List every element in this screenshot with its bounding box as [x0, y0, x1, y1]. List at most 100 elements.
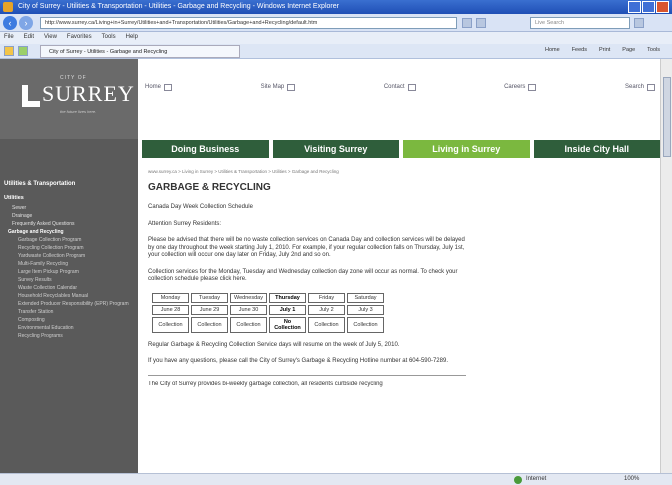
sidebar-item-survey-results[interactable]: Survey Results	[12, 277, 134, 284]
ie-app-icon	[3, 2, 13, 12]
menu-favorites[interactable]: Favorites	[67, 34, 92, 42]
refresh-icon[interactable]	[462, 18, 472, 28]
sidebar-item-faq[interactable]: Frequently Asked Questions	[12, 221, 134, 228]
url-field[interactable]: http://www.surrey.ca/Living+in+Surrey/Ut…	[40, 17, 457, 29]
top-link-sitemap-label: Site Map	[260, 84, 285, 90]
logo-tagline: the future lives here.	[60, 109, 97, 114]
menu-view[interactable]: View	[44, 34, 57, 42]
top-link-search[interactable]: Search	[625, 79, 655, 95]
scrollbar-thumb[interactable]	[663, 77, 671, 157]
top-link-contact[interactable]: Contact	[384, 79, 416, 95]
top-link-careers[interactable]: Careers	[504, 79, 537, 95]
careers-icon	[528, 83, 537, 91]
search-input[interactable]: Live Search	[530, 17, 630, 29]
menu-file[interactable]: File	[4, 34, 14, 42]
status-cell: Collection	[152, 316, 189, 333]
back-arrow-icon[interactable]: ‹	[3, 16, 17, 30]
contact-icon	[407, 83, 416, 91]
nav-living-in-surrey[interactable]: Living in Surrey	[403, 140, 530, 158]
favorites-star-icon[interactable]	[4, 46, 14, 56]
command-bar: Home Feeds Print Page Tools	[545, 47, 660, 53]
schedule-subtitle: Canada Day Week Collection Schedule	[148, 204, 253, 210]
menu-edit[interactable]: Edit	[24, 34, 34, 42]
sidebar-item-drainage[interactable]: Drainage	[12, 213, 134, 220]
logo-mark-icon	[22, 85, 40, 107]
sitemap-icon	[287, 83, 296, 91]
menu-tools[interactable]: Tools	[102, 34, 116, 42]
stop-icon[interactable]	[476, 18, 486, 28]
sidebar-item-waste-calendar[interactable]: Waste Collection Calendar	[12, 285, 134, 292]
sidebar-item-multi-family[interactable]: Multi-Family Recycling	[12, 261, 134, 268]
status-zone: Internet	[526, 476, 547, 482]
feeds-tool-button[interactable]: Feeds	[572, 47, 587, 53]
top-link-careers-label: Careers	[504, 84, 526, 90]
tools-tool-button[interactable]: Tools	[647, 47, 660, 53]
home-tool-button[interactable]: Home	[545, 47, 560, 53]
main-navigation: Doing Business Visiting Surrey Living in…	[142, 140, 660, 158]
day-cell: Wednesday	[230, 292, 267, 303]
date-cell: June 29	[191, 304, 228, 315]
window-controls	[628, 1, 669, 13]
sidebar-item-recycling-programs[interactable]: Recycling Programs	[12, 333, 134, 340]
sidebar-item-composting[interactable]: Composting	[12, 317, 134, 324]
sidebar-subheading[interactable]: Utilities	[4, 195, 24, 201]
status-cell: Collection	[230, 316, 267, 333]
sidebar-item-recycling-collection[interactable]: Recycling Collection Program	[12, 245, 134, 252]
zoom-level[interactable]: 100%	[624, 476, 639, 482]
menu-help[interactable]: Help	[126, 34, 138, 42]
forward-arrow-icon[interactable]: ›	[19, 16, 33, 30]
day-cell: Tuesday	[191, 292, 228, 303]
maximize-button[interactable]	[642, 1, 655, 13]
attention-text: Attention Surrey Residents:	[148, 220, 222, 227]
breadcrumb[interactable]: www.surrey.ca > Living in Surrey > Utili…	[148, 169, 466, 174]
add-favorite-icon[interactable]	[18, 46, 28, 56]
status-cell: Collection	[347, 316, 384, 333]
sidebar-item-environmental-education[interactable]: Environmental Education	[12, 325, 134, 332]
top-link-search-label: Search	[624, 84, 644, 90]
minimize-button[interactable]	[628, 1, 641, 13]
tab-bar: City of Surrey - Utilities - Garbage and…	[0, 44, 672, 59]
sidebar-item-yardwaste-collection[interactable]: Yardwaste Collection Program	[12, 253, 134, 260]
service-paragraph: The City of Surrey provides bi-weekly ga…	[148, 380, 383, 387]
search-go-icon[interactable]	[634, 18, 644, 28]
top-link-home-label: Home	[145, 84, 162, 90]
day-cell: Thursday	[269, 292, 306, 303]
sidebar-heading[interactable]: Utilities & Transportation	[4, 181, 75, 187]
browser-tab[interactable]: City of Surrey - Utilities - Garbage and…	[40, 45, 240, 58]
sidebar-item-garbage-collection[interactable]: Garbage Collection Program	[12, 237, 134, 244]
sidebar-item-large-item[interactable]: Large Item Pickup Program	[12, 269, 134, 276]
sidebar-item-sewer[interactable]: Sewer	[12, 205, 134, 212]
logo-name: SURREY	[42, 81, 135, 106]
print-tool-button[interactable]: Print	[599, 47, 610, 53]
day-cell: Friday	[308, 292, 345, 303]
nav-doing-business[interactable]: Doing Business	[142, 140, 269, 158]
nav-visiting-surrey[interactable]: Visiting Surrey	[272, 140, 399, 158]
close-button[interactable]	[656, 1, 669, 13]
divider	[148, 374, 466, 376]
status-cell: Collection	[308, 316, 345, 333]
sidebar-item-transfer-station[interactable]: Transfer Station	[12, 309, 134, 316]
window-title: City of Surrey - Utilities & Transportat…	[18, 3, 339, 10]
vertical-scrollbar[interactable]	[660, 59, 672, 473]
sidebar-list: Sewer Drainage Frequently Asked Question…	[8, 205, 134, 341]
top-link-home[interactable]: Home	[145, 79, 173, 95]
top-link-contact-label: Contact	[383, 84, 405, 90]
nav-inside-city-hall[interactable]: Inside City Hall	[533, 140, 660, 158]
page-viewport: CITY OF SURREY the future lives here. Ut…	[0, 59, 660, 473]
sidebar-item-epr-program[interactable]: Extended Producer Responsibility (EPR) P…	[12, 301, 134, 308]
sidebar-item-garbage-recycling[interactable]: Garbage and Recycling	[8, 229, 134, 236]
home-icon	[164, 83, 173, 91]
normal-service-paragraph[interactable]: Collection services for the Monday, Tues…	[148, 269, 466, 284]
resume-paragraph: Regular Garbage & Recycling Collection S…	[148, 341, 400, 348]
surrey-logo[interactable]: CITY OF SURREY the future lives here.	[0, 59, 138, 139]
main-content: www.surrey.ca > Living in Surrey > Utili…	[148, 169, 466, 397]
sidebar-item-recyclables-manual[interactable]: Household Recyclables Manual	[12, 293, 134, 300]
hotline-paragraph: If you have any questions, please call t…	[148, 358, 448, 364]
top-links: Home Site Map Contact Careers Search	[145, 79, 655, 95]
top-link-sitemap[interactable]: Site Map	[261, 79, 296, 95]
date-cell: July 3	[347, 304, 384, 315]
status-cell: No Collection	[269, 316, 306, 333]
address-bar: ‹ › http://www.surrey.ca/Living+in+Surre…	[0, 14, 672, 32]
table-row: Collection Collection Collection No Coll…	[152, 316, 384, 333]
page-tool-button[interactable]: Page	[622, 47, 635, 53]
